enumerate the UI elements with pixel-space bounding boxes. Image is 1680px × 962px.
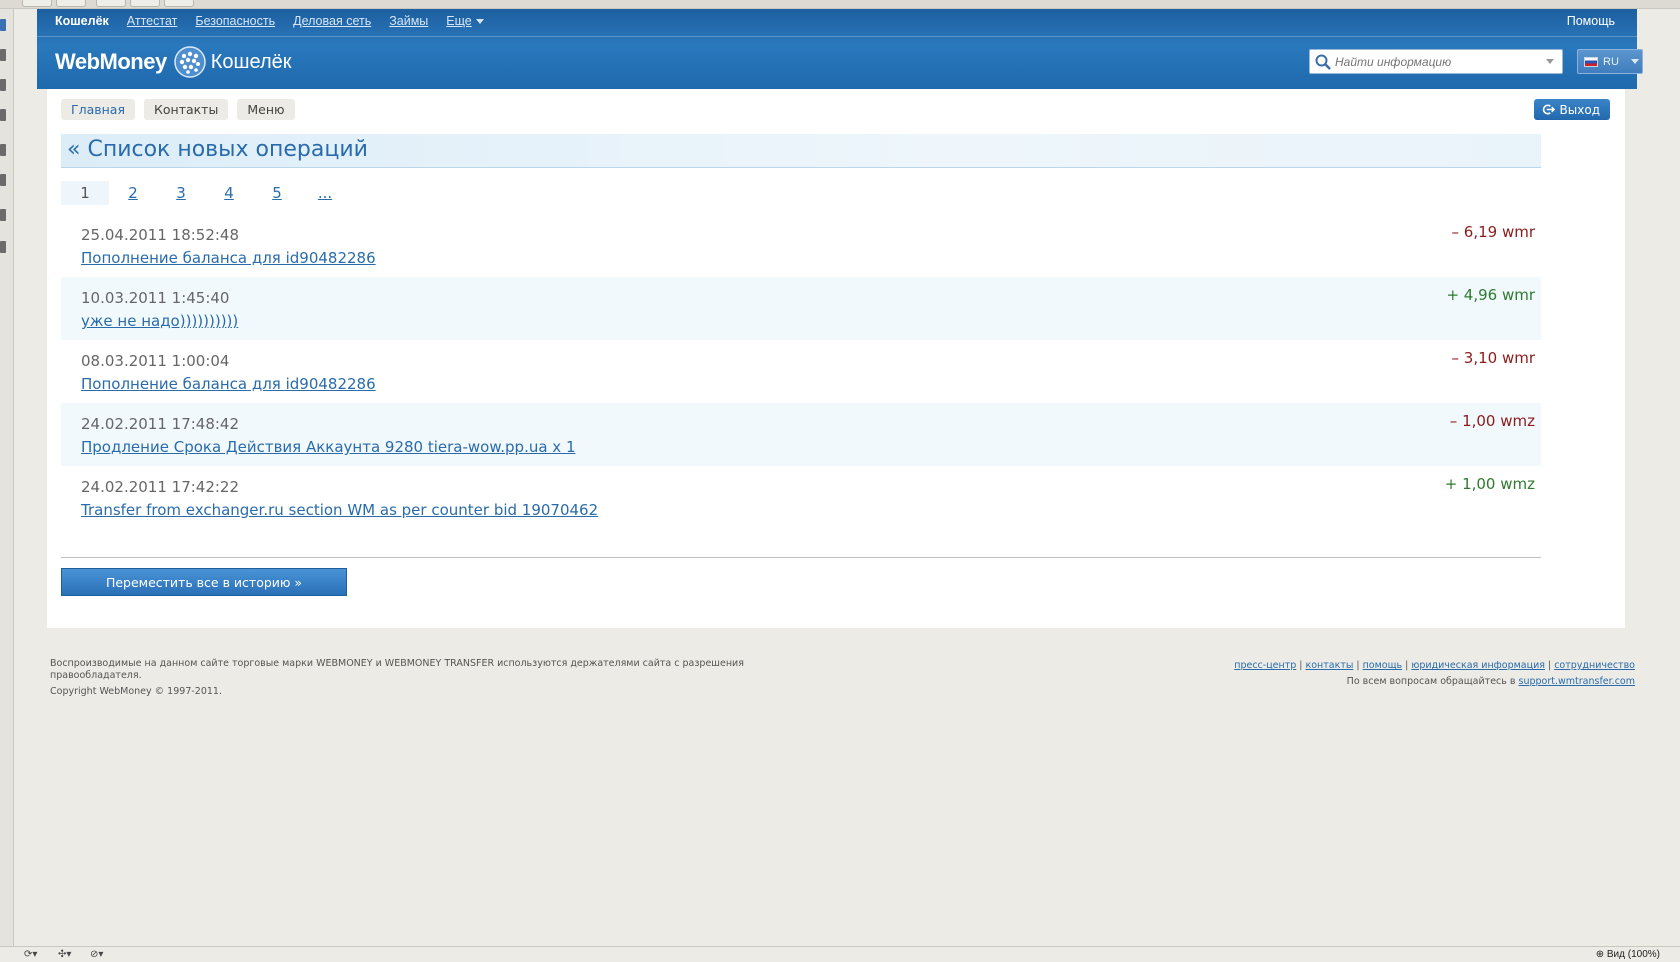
home-tab[interactable]: Главная [61, 99, 135, 120]
operation-amount: – 1,00 wmz [1449, 412, 1535, 430]
logout-button[interactable]: Выход [1533, 99, 1610, 120]
footer-link-press[interactable]: пресс-центр [1234, 660, 1296, 671]
page-link-1[interactable]: 1 [61, 181, 109, 205]
nav-security[interactable]: Безопасность [195, 14, 275, 28]
operation-date: 24.02.2011 17:42:22 [81, 478, 240, 496]
toolbar-button[interactable] [130, 0, 160, 7]
footer-notice: Воспроизводимые на данном сайте торговые… [50, 658, 810, 698]
browser-toolbar-strip [0, 0, 1680, 9]
move-all-to-history-button[interactable]: Переместить все в историю » [61, 568, 347, 596]
rail-icon[interactable] [0, 241, 6, 253]
browser-status-bar: ⟳▾ ✣▾ ⊘▾ ⊕ Вид (100%) [0, 946, 1680, 962]
support-text: По всем вопросам обращайтесь в [1346, 676, 1516, 687]
operation-row: 25.04.2011 18:52:48 Пополнение баланса д… [61, 214, 1541, 277]
logo-brand: WebMoney [55, 49, 167, 74]
page-link-5[interactable]: 5 [253, 181, 301, 205]
sub-nav: Главная Контакты Меню [61, 99, 295, 120]
page-link-2[interactable]: 2 [109, 181, 157, 205]
main-content: Главная Контакты Меню Выход « Список нов… [47, 89, 1625, 628]
page-title[interactable]: « Список новых операций [61, 134, 1541, 162]
operation-date: 24.02.2011 17:48:42 [81, 415, 240, 433]
toolbar-button[interactable] [96, 0, 126, 7]
search-box[interactable] [1309, 49, 1563, 74]
rail-icon[interactable] [0, 144, 6, 156]
page-link-more[interactable]: ... [301, 181, 349, 205]
chevron-down-icon [1630, 59, 1639, 64]
zoom-level[interactable]: ⊕ Вид (100%) [1596, 949, 1660, 960]
support-link[interactable]: support.wmtransfer.com [1519, 676, 1635, 687]
operation-amount: + 1,00 wmz [1444, 475, 1535, 493]
webmoney-globe-icon [173, 46, 206, 78]
operation-row: 24.02.2011 17:42:22 Transfer from exchan… [61, 466, 1541, 529]
zoom-label: Вид (100%) [1606, 949, 1660, 960]
toolbar-button[interactable] [56, 0, 86, 7]
search-dropdown-icon[interactable] [1546, 59, 1554, 64]
footer-link-contacts[interactable]: контакты [1306, 660, 1354, 671]
operation-description-link[interactable]: Пополнение баланса для id90482286 [81, 375, 376, 393]
zoom-icon: ⊕ [1595, 949, 1607, 960]
operation-row: 08.03.2011 1:00:04 Пополнение баланса дл… [61, 340, 1541, 403]
site-header: Кошелёк Аттестат Безопасность Деловая се… [37, 9, 1643, 89]
rail-icon[interactable] [0, 174, 6, 186]
nav-more-label: Еще [446, 14, 472, 28]
copyright: Copyright WebMoney © 1997-2011. [50, 686, 222, 697]
operation-description-link[interactable]: Продление Срока Действия Аккаунта 9280 t… [81, 438, 576, 456]
page-link-3[interactable]: 3 [157, 181, 205, 205]
menu-tab[interactable]: Меню [237, 99, 295, 120]
trademark-notice: Воспроизводимые на данном сайте торговые… [50, 658, 744, 681]
russia-flag-icon [1584, 56, 1598, 67]
rail-icon[interactable] [0, 19, 6, 31]
operation-description-link[interactable]: уже не надо)))))))))) [81, 312, 238, 330]
search-icon[interactable] [1314, 53, 1332, 71]
divider [61, 557, 1541, 558]
page-link-4[interactable]: 4 [205, 181, 253, 205]
refresh-icon[interactable]: ⟳▾ [24, 949, 37, 960]
operation-description-link[interactable]: Transfer from exchanger.ru section WM as… [81, 501, 598, 519]
nav-loans[interactable]: Займы [389, 14, 428, 28]
page-title-bar: « Список новых операций [61, 134, 1541, 168]
share-icon[interactable]: ✣▾ [58, 949, 71, 960]
operation-row: 24.02.2011 17:48:42 Продление Срока Дейс… [61, 403, 1541, 466]
operation-date: 10.03.2011 1:45:40 [81, 289, 230, 307]
operation-amount: + 4,96 wmr [1446, 286, 1535, 304]
nav-passport[interactable]: Аттестат [127, 14, 178, 28]
rail-icon[interactable] [0, 209, 6, 221]
search-input[interactable] [1332, 54, 1546, 69]
logout-label: Выход [1559, 102, 1600, 117]
footer-link-legal[interactable]: юридическая информация [1411, 660, 1545, 671]
rail-icon[interactable] [0, 79, 6, 91]
operation-date: 08.03.2011 1:00:04 [81, 352, 230, 370]
operation-row: 10.03.2011 1:45:40 уже не надо))))))))))… [61, 277, 1541, 340]
footer-link-cooperation[interactable]: сотрудничество [1554, 660, 1635, 671]
help-link[interactable]: Помощь [1567, 14, 1615, 28]
block-icon[interactable]: ⊘▾ [90, 949, 103, 960]
logo-product: Кошелёк [210, 50, 292, 73]
logout-icon [1542, 104, 1555, 115]
nav-more[interactable]: Еще [446, 14, 484, 28]
operations-list: 25.04.2011 18:52:48 Пополнение баланса д… [61, 214, 1541, 529]
footer-link-help[interactable]: помощь [1363, 660, 1403, 671]
language-code: RU [1603, 55, 1619, 68]
operation-amount: – 6,19 wmr [1451, 223, 1535, 241]
chevron-down-icon [475, 19, 484, 25]
nav-business-network[interactable]: Деловая сеть [293, 14, 371, 28]
operation-description-link[interactable]: Пополнение баланса для id90482286 [81, 249, 376, 267]
toolbar-button[interactable] [164, 0, 194, 7]
nav-wallet[interactable]: Кошелёк [55, 14, 109, 28]
pagination: 1 2 3 4 5 ... [61, 181, 349, 205]
operation-amount: – 3,10 wmr [1451, 349, 1535, 367]
footer-links: пресс-центр | контакты | помощь | юридическая … [1234, 660, 1635, 687]
operation-date: 25.04.2011 18:52:48 [81, 226, 240, 244]
browser-side-rail [0, 9, 14, 947]
contacts-tab[interactable]: Контакты [144, 99, 229, 120]
rail-icon[interactable] [0, 109, 6, 121]
webmoney-logo[interactable]: WebMoney Кошелёк [55, 45, 292, 79]
toolbar-button[interactable] [22, 0, 52, 7]
language-selector[interactable]: RU [1577, 49, 1643, 74]
top-nav: Кошелёк Аттестат Безопасность Деловая се… [55, 14, 484, 28]
rail-icon[interactable] [0, 49, 6, 61]
